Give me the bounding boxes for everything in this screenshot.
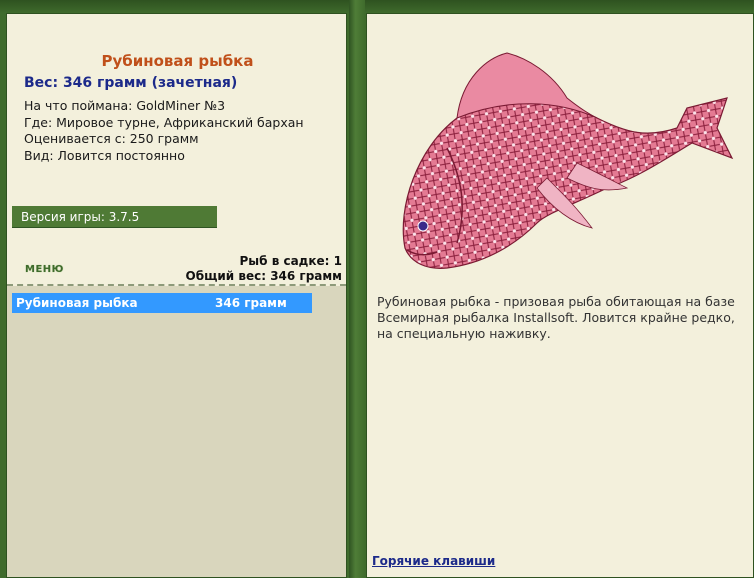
total-weight: Общий вес: 346 грамм [185,269,342,283]
list-item[interactable]: Рубиновая рыбка 346 грамм [12,293,312,313]
hotkeys-link[interactable]: Горячие клавиши [372,554,495,568]
valued-from-text: Оценивается с: 250 грамм [24,131,199,146]
ruby-fish-image [402,52,734,269]
top-frame [0,0,754,13]
kind-text: Вид: Ловится постоянно [24,148,185,163]
fish-preview-panel: Рубиновая рыбка - призовая рыба обитающа… [366,13,754,578]
menu-button[interactable]: МЕНЮ [25,264,64,275]
version-bar: Версия игры: 3.7.5 [12,206,217,228]
fish-title: Рубиновая рыбка [101,52,254,70]
fish-description: Рубиновая рыбка - призовая рыба обитающа… [377,294,735,341]
list-item-weight: 346 грамм [215,296,287,310]
caught-on-text: На что поймана: GoldMiner №3 [24,98,226,113]
fish-count: Рыб в садке: 1 [239,254,343,268]
location-text: Где: Мировое турне, Африканский бархан [24,115,304,130]
fish-weight: Вес: 346 грамм (зачетная) [24,75,238,91]
vine-divider [349,0,365,578]
list-item-name: Рубиновая рыбка [16,296,138,310]
keepnet-stats: Рыб в садке: 1 Общий вес: 346 грамм [186,254,342,284]
fish-info-panel: Рубиновая рыбка Вес: 346 грамм (зачетная… [6,13,347,578]
catch-list [7,286,346,577]
